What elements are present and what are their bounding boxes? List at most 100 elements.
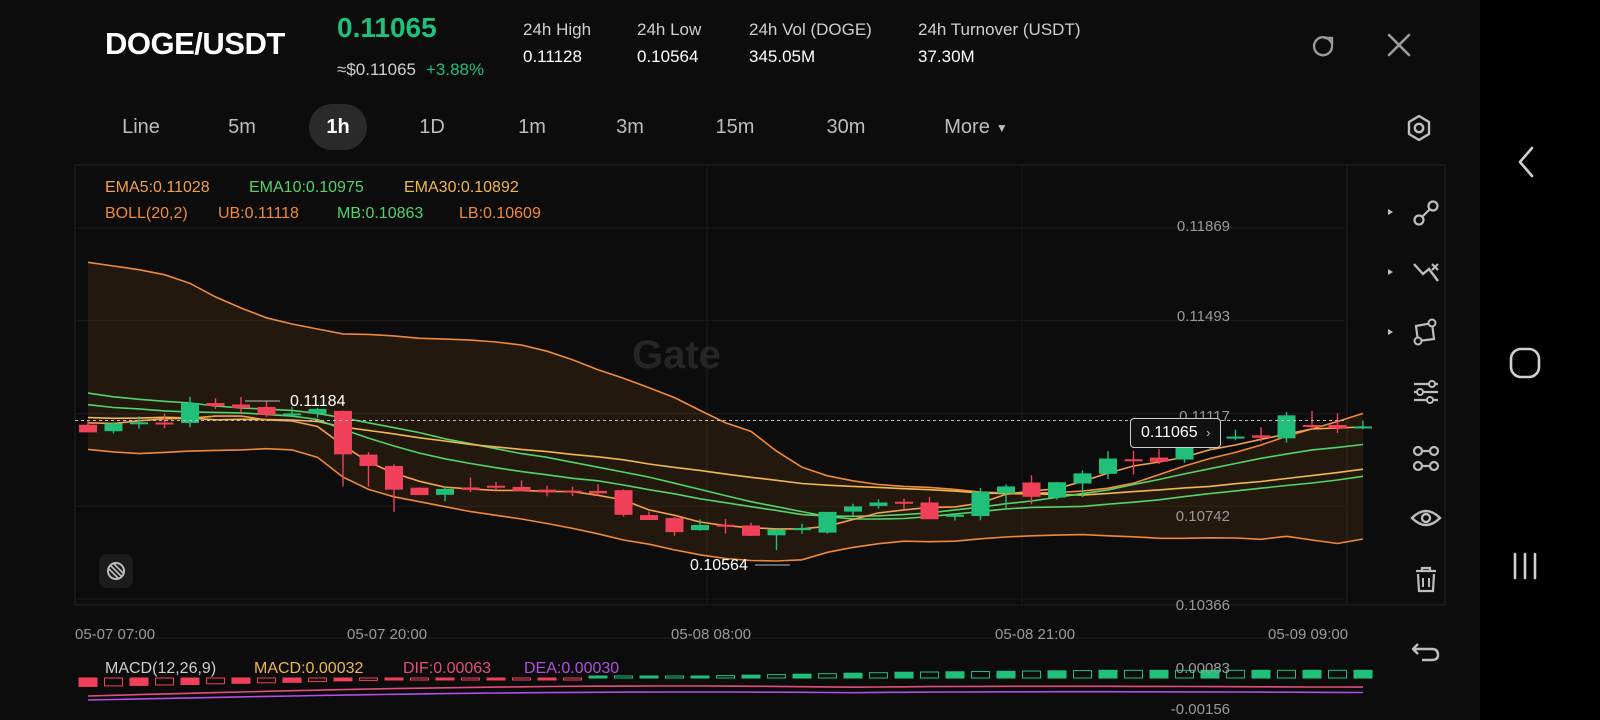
candle-body [1354,426,1372,429]
candle-body [691,524,709,531]
system-nav-bar [1480,0,1600,720]
macd-value: MACD:0.00032 [254,660,364,677]
macd-bar [1098,669,1118,679]
dea-line [87,690,1364,701]
macd-bar [1149,669,1169,679]
macd-bar [869,672,888,679]
candle-body [232,404,250,408]
macd-bar [767,674,786,679]
macd-bar [665,675,684,679]
macd-name: MACD(12,26,9) [105,660,217,677]
candle-body [1099,458,1117,474]
macd-bar [690,675,710,679]
candle-body [869,502,888,506]
ema10-label: EMA10:0.10975 [249,179,364,196]
high-marker-label: 0.11184 [290,393,346,410]
candle-body [1252,435,1270,438]
candle-body [257,406,276,415]
y-tick-label: 0.11493 [1176,308,1230,325]
candle-body [1328,424,1347,429]
y-tick-label: 0.10366 [1175,597,1230,614]
macd-dif: DIF:0.00063 [403,660,492,677]
chevron-right-icon: › [1206,425,1211,440]
low-marker-label: 0.10564 [690,557,748,574]
macd-y-bottom: -0.00156 [1170,701,1230,718]
macd-bar [996,670,1016,679]
macd-bar [486,677,506,681]
candle-body [1226,436,1245,439]
candle-body [589,490,607,494]
macd-bar [792,673,812,679]
recents-nav-icon[interactable] [1509,550,1541,582]
macd-bar [512,677,531,681]
boll-label: BOLL(20,2) [105,205,188,222]
candle-body [1277,415,1296,439]
ema5-label: EMA5:0.11028 [105,179,210,196]
candle-body [1150,457,1168,462]
template-icon[interactable] [1376,438,1476,478]
candle-body [793,528,811,531]
macd-bar [1124,669,1143,679]
macd-bar [461,677,480,681]
candle-body [563,490,582,493]
candle-body [283,413,301,416]
macd-bar [894,671,914,679]
macd-y-top: 0.00083 [1175,660,1230,677]
macd-dea: DEA:0.00030 [524,660,620,677]
macd-bar [78,677,98,687]
candle-body [104,423,123,432]
macd-bar [257,677,276,684]
candle-body [818,511,837,533]
screenshot-icon[interactable] [98,553,134,589]
macd-bar [1073,670,1092,679]
macd-bar [104,677,123,687]
current-price-badge[interactable]: 0.11065 › [1130,418,1222,448]
badge-value: 0.11065 [1141,424,1198,441]
macd-bar [206,677,225,685]
candle-body [971,491,990,517]
back-nav-icon[interactable] [1512,144,1542,180]
candle-body [334,410,352,455]
candle-body [385,465,403,490]
shape-icon[interactable] [1376,312,1476,352]
x-tick-label: 05-08 08:00 [671,626,752,643]
candle-body [1303,424,1321,427]
home-nav-icon[interactable] [1508,346,1542,380]
candle-body [665,518,684,533]
boll-mb-label: MB:0.10863 [337,205,424,222]
macd-bar [971,671,990,679]
ema30-label: EMA30:0.10892 [404,179,519,196]
candle-body [946,514,964,517]
chart-canvas[interactable]: Gate [0,0,1480,720]
macd-bar [945,671,965,679]
macd-bar [537,677,557,681]
adjust-icon[interactable] [1376,372,1476,412]
macd-bar [920,671,939,679]
crossline-icon[interactable] [1376,252,1476,292]
candle-body [742,525,760,536]
app-window: DOGE/USDT 0.11065 ≈$0.11065 +3.88% 24h Hi… [0,0,1480,720]
candle-body [895,501,913,504]
macd-bar [231,677,251,684]
candle-body [844,506,862,512]
candle-body [410,487,429,496]
undo-icon[interactable] [1376,630,1476,670]
candle-body [920,502,939,520]
eye-icon[interactable] [1376,498,1476,538]
macd-bar [843,672,863,679]
macd-bar [1022,670,1041,679]
draw-line-icon[interactable] [1376,192,1476,232]
candle-body [512,486,531,491]
candle-body [79,424,97,433]
macd-bar [716,675,735,679]
candle-body [206,403,225,406]
candle-body [1124,459,1143,462]
macd-bar [1277,669,1296,679]
y-tick-label: 0.10742 [1175,508,1230,525]
candle-body [997,486,1015,494]
candle-body [359,454,378,466]
candle-body [767,529,786,536]
candle-body [1022,482,1041,497]
macd-bar [384,677,404,681]
trash-icon[interactable] [1376,560,1476,600]
